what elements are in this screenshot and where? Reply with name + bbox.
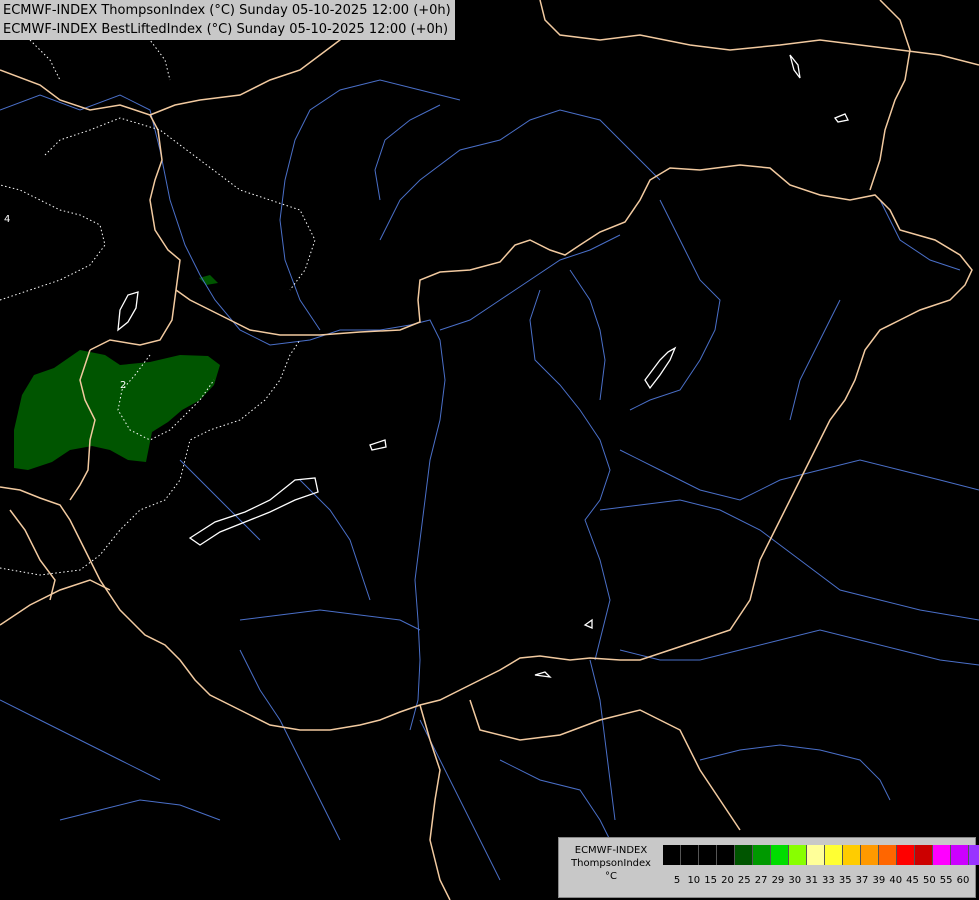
- contour-label-4: 4: [4, 214, 10, 225]
- legend-tick-label: 27: [754, 875, 768, 886]
- legend-swatches: [663, 845, 979, 865]
- legend-swatch: [969, 845, 979, 865]
- legend-ticks: 5 10 15 20 25 27 29 30 31 33 35 37 39 40 45 50 55 60: [663, 875, 973, 889]
- legend-swatch: [861, 845, 879, 865]
- legend-tick-label: 30: [788, 875, 802, 886]
- legend-tick-label: 45: [906, 875, 919, 886]
- legend-swatch: [753, 845, 771, 865]
- legend-tick-label: 20: [721, 875, 734, 886]
- legend-caption-model: ECMWF-INDEX: [574, 845, 648, 856]
- legend-caption-index: ThompsonIndex: [571, 858, 651, 869]
- legend-swatch: [825, 845, 843, 865]
- legend-tick-label: 50: [922, 875, 936, 886]
- color-legend: ECMWF-INDEX ThompsonIndex °C 5 10 15 20 25 27…: [558, 837, 979, 898]
- legend-swatch: [699, 845, 717, 865]
- legend-swatch: [735, 845, 753, 865]
- legend-swatch: [843, 845, 861, 865]
- legend-swatch: [789, 845, 807, 865]
- legend-tick-label: 31: [805, 875, 818, 886]
- legend-tick-label: 25: [737, 875, 751, 886]
- legend-tick-label: 55: [939, 875, 953, 886]
- legend-swatch: [915, 845, 933, 865]
- legend-caption: ECMWF-INDEX ThompsonIndex °C: [561, 844, 661, 883]
- legend-caption-unit: °C: [605, 871, 617, 882]
- legend-swatch: [717, 845, 735, 865]
- legend-tick-label: 5: [673, 875, 681, 886]
- legend-swatch: [933, 845, 951, 865]
- legend-tick-label: 35: [838, 875, 852, 886]
- legend-tick-label: 15: [704, 875, 718, 886]
- map-title: ECMWF-INDEX ThompsonIndex (°C) Sunday 05…: [0, 0, 455, 40]
- legend-tick-label: 33: [822, 875, 835, 886]
- title-line-thompson-index: ECMWF-INDEX ThompsonIndex (°C) Sunday 05…: [3, 3, 451, 18]
- legend-swatch: [681, 845, 699, 865]
- legend-tick-label: 10: [687, 875, 701, 886]
- legend-swatch: [771, 845, 789, 865]
- legend-tick-label: 40: [889, 875, 903, 886]
- legend-tick-label: 29: [771, 875, 785, 886]
- contour-label-2: 2: [120, 380, 126, 391]
- legend-tick-label: 37: [855, 875, 869, 886]
- legend-swatch: [951, 845, 969, 865]
- legend-tick-label: 39: [872, 875, 886, 886]
- title-line-best-lifted-index: ECMWF-INDEX BestLiftedIndex (°C) Sunday …: [3, 22, 449, 37]
- legend-swatch: [879, 845, 897, 865]
- legend-swatch: [897, 845, 915, 865]
- legend-tick-label: 60: [956, 875, 970, 886]
- legend-swatch: [807, 845, 825, 865]
- weather-map: 4 2: [0, 0, 979, 900]
- legend-swatch: [663, 845, 681, 865]
